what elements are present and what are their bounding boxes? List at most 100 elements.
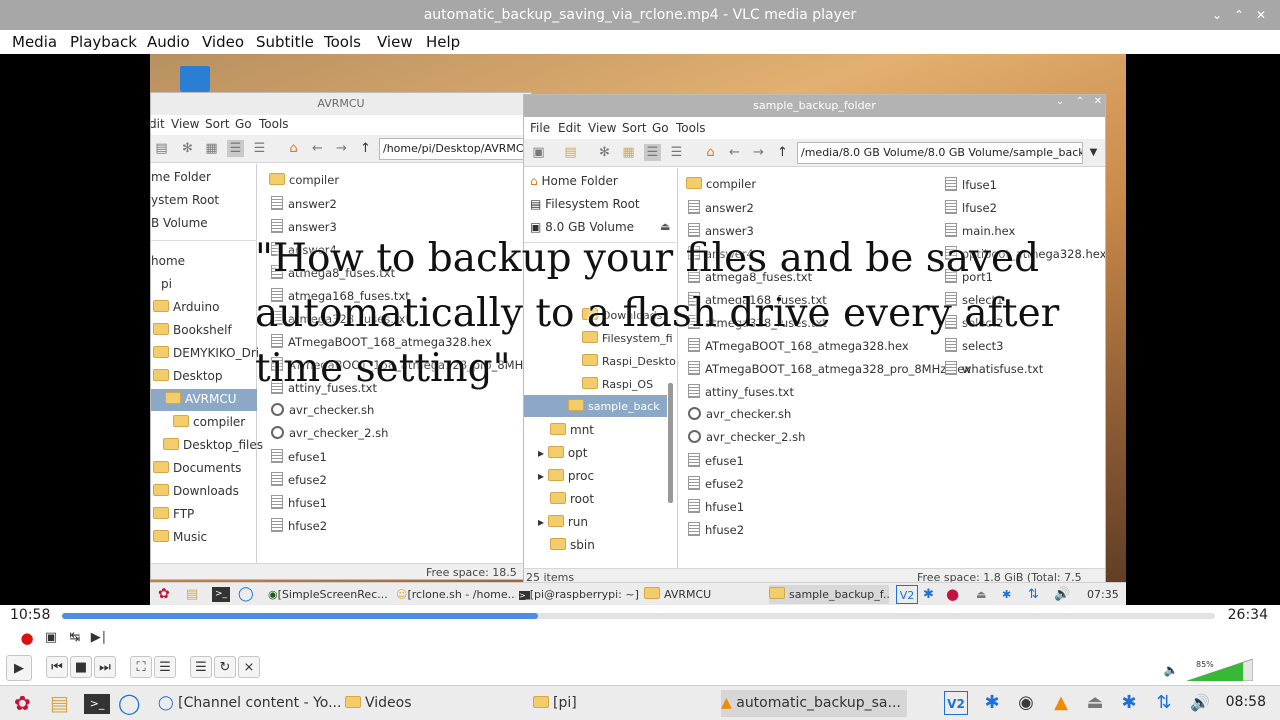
file-item[interactable]: lfuse1	[945, 177, 997, 192]
file-item[interactable]: efuse1	[688, 453, 744, 468]
fm-backup-menu-file[interactable]: File	[530, 121, 550, 135]
file-item[interactable]: answer2	[271, 196, 337, 211]
vlc-tray-icon[interactable]: ▲	[1049, 691, 1073, 715]
place-filesystem-root[interactable]: ystem Root	[151, 193, 219, 207]
detail-view-icon[interactable]: ☰	[668, 144, 685, 161]
previous-icon[interactable]: ⏮	[46, 656, 68, 678]
video-area[interactable]: AVRMCU dit View Sort Go Tools ▤ ✻ ▦ ☰ ☰ …	[0, 54, 1280, 605]
icon-view-icon[interactable]: ▦	[203, 140, 220, 157]
snapshot-icon[interactable]: ▣	[40, 627, 62, 649]
task-channel-content[interactable]: ◯ [Channel content - Yo...	[158, 690, 340, 717]
fullscreen-icon[interactable]: ⛶	[130, 656, 152, 678]
eject-icon[interactable]: ⏏	[1083, 691, 1107, 715]
tree-sbin[interactable]: sbin	[550, 538, 595, 552]
close-icon[interactable]: ✕	[1250, 0, 1272, 30]
back-arrow-icon[interactable]: ←	[309, 140, 326, 157]
speaker-icon[interactable]: 🔈	[1160, 659, 1182, 681]
file-item[interactable]: hfuse2	[688, 522, 744, 537]
minimize-icon[interactable]: ⌄	[1206, 0, 1228, 30]
tree-icon[interactable]: ✻	[179, 140, 196, 157]
up-arrow-icon[interactable]: ↑	[774, 144, 791, 161]
place-gb-volume[interactable]: B Volume	[151, 216, 208, 230]
list-view-icon[interactable]: ☰	[227, 140, 244, 157]
file-item[interactable]: compiler	[686, 177, 756, 191]
side-pane-scrollbar[interactable]	[668, 383, 673, 503]
tree-music[interactable]: Music	[153, 530, 207, 544]
tree-bookshelf[interactable]: Bookshelf	[153, 323, 232, 337]
playlist-icon[interactable]: ☰	[190, 656, 212, 678]
file-item[interactable]: hfuse1	[271, 495, 327, 510]
volume-icon[interactable]: 🔊	[1188, 691, 1212, 715]
fm-backup-menu-sort[interactable]: Sort	[622, 121, 647, 135]
file-item[interactable]: hfuse2	[271, 518, 327, 533]
icon-view-icon[interactable]: ▦	[620, 144, 637, 161]
tree-home[interactable]: home	[151, 254, 185, 268]
file-item[interactable]: compiler	[269, 173, 339, 187]
task-videos[interactable]: Videos	[345, 690, 525, 717]
task-vlc[interactable]: ▲ automatic_backup_sa...	[721, 690, 907, 717]
menu-view[interactable]: View	[377, 30, 413, 54]
fm-backup-menu-edit[interactable]: Edit	[558, 121, 581, 135]
file-item[interactable]: answer2	[688, 200, 754, 215]
file-item[interactable]: efuse2	[688, 476, 744, 491]
forward-arrow-icon[interactable]: →	[333, 140, 350, 157]
fm-close-icon[interactable]: ✕	[1087, 95, 1105, 113]
menu-media[interactable]: Media	[12, 30, 57, 54]
back-arrow-icon[interactable]: ←	[726, 144, 743, 161]
tree-run[interactable]: ▸ run	[538, 515, 588, 529]
tree-ftp[interactable]: FTP	[153, 507, 194, 521]
tree-icon[interactable]: ✻	[596, 144, 613, 161]
tree-desktop-files[interactable]: Desktop_files	[163, 438, 263, 452]
fm-avrmcu-menu-tools[interactable]: Tools	[259, 117, 289, 131]
file-item[interactable]: avr_checker_2.sh	[271, 426, 388, 440]
maximize-icon[interactable]: ⌃	[1228, 0, 1250, 30]
tree-downloads[interactable]: Downloads	[153, 484, 239, 498]
frame-step-icon[interactable]: ▶∣	[88, 627, 110, 649]
file-item[interactable]: avr_checker_2.sh	[688, 430, 805, 444]
raspberry-menu-icon[interactable]: ✿	[14, 690, 31, 717]
fm-backup-menu-go[interactable]: Go	[652, 121, 669, 135]
new-folder-icon[interactable]: ▤	[153, 140, 170, 157]
menu-playback[interactable]: Playback	[70, 30, 137, 54]
bluetooth-icon[interactable]: ✱	[980, 691, 1004, 715]
next-icon[interactable]: ⏭	[94, 656, 116, 678]
address-dropdown-icon[interactable]: ▼	[1085, 144, 1102, 161]
place-filesystem-root[interactable]: ▤ Filesystem Root	[530, 197, 640, 211]
seek-slider[interactable]	[62, 613, 1215, 619]
fm-backup-menu-view[interactable]: View	[588, 121, 616, 135]
tree-avrmcu[interactable]: AVRMCU	[151, 389, 257, 411]
file-item[interactable]: efuse1	[271, 449, 327, 464]
tree-pi[interactable]: pi	[161, 277, 172, 291]
fm-minimize-icon[interactable]: ⌄	[1049, 95, 1071, 113]
menu-subtitle[interactable]: Subtitle	[256, 30, 314, 54]
file-item[interactable]: efuse2	[271, 472, 327, 487]
tree-arduino[interactable]: Arduino	[153, 300, 219, 314]
terminal-icon[interactable]: >_	[84, 694, 110, 714]
bluetooth-icon[interactable]: ✱	[1117, 691, 1141, 715]
tree-mnt[interactable]: mnt	[550, 423, 594, 437]
file-item[interactable]: avr_checker.sh	[271, 403, 374, 417]
detail-view-icon[interactable]: ☰	[251, 140, 268, 157]
file-manager-icon[interactable]: ▤	[50, 690, 69, 717]
tree-opt[interactable]: ▸ opt	[538, 446, 588, 460]
loop-icon[interactable]: ↻	[214, 656, 236, 678]
new-window-icon[interactable]: ▣	[530, 144, 547, 161]
menu-tools[interactable]: Tools	[324, 30, 361, 54]
tree-documents[interactable]: Documents	[153, 461, 241, 475]
network-icon[interactable]: ⇅	[1152, 691, 1176, 715]
file-item[interactable]: avr_checker.sh	[688, 407, 791, 421]
fm-backup-address[interactable]: /media/8.0 GB Volume/8.0 GB Volume/sampl…	[797, 142, 1083, 164]
menu-help[interactable]: Help	[426, 30, 460, 54]
browser-icon[interactable]: ◯	[118, 690, 140, 717]
screen-recorder-icon[interactable]: ◉	[1014, 691, 1038, 715]
home-icon[interactable]: ⌂	[702, 144, 719, 161]
menu-video[interactable]: Video	[202, 30, 244, 54]
home-icon[interactable]: ⌂	[285, 140, 302, 157]
extended-settings-icon[interactable]: ☰	[154, 656, 176, 678]
file-item[interactable]: hfuse1	[688, 499, 744, 514]
fm-avrmcu-menu-sort[interactable]: Sort	[205, 117, 230, 131]
tree-proc[interactable]: ▸ proc	[538, 469, 594, 483]
tree-sample-backup[interactable]: sample_back	[524, 395, 667, 417]
list-view-icon[interactable]: ☰	[644, 144, 661, 161]
vnc-icon[interactable]: V2	[944, 691, 968, 715]
